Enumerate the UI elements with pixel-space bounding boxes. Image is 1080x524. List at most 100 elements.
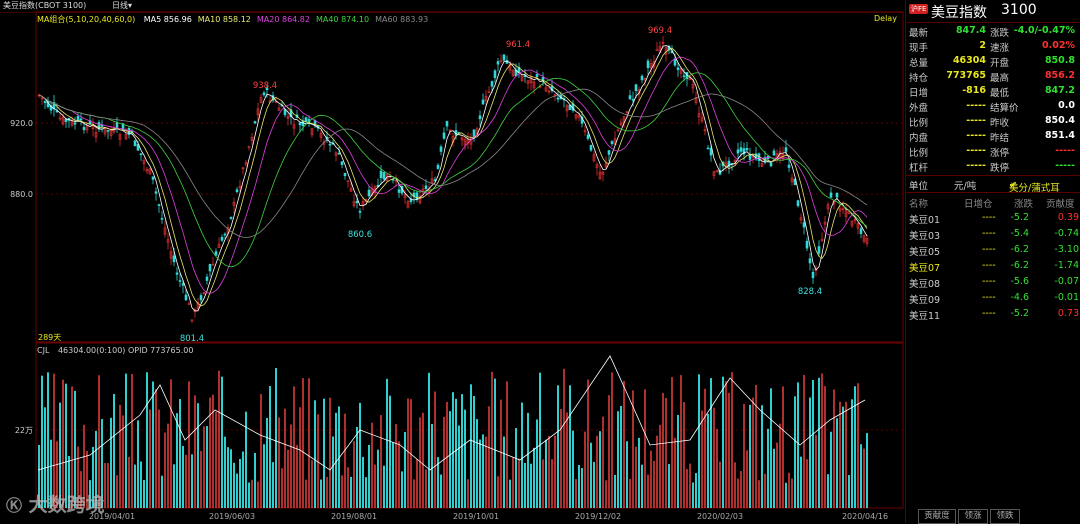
volume-bar bbox=[638, 437, 640, 508]
volume-bar bbox=[356, 426, 358, 508]
volume-bar bbox=[524, 462, 526, 508]
volume-bar bbox=[650, 450, 652, 508]
kline-chart[interactable]: 920.0880.022万289天2019/04/01 2019/06/03 201… bbox=[0, 0, 904, 523]
volume-bar bbox=[272, 462, 274, 508]
tab-contribution[interactable]: 贡献度 bbox=[918, 509, 956, 524]
volume-bar bbox=[416, 458, 418, 508]
volume-bar bbox=[197, 403, 199, 508]
volume-bar bbox=[380, 415, 382, 508]
contract-row[interactable]: 美豆03 ---- -5.4 -0.74 bbox=[906, 226, 1080, 242]
volume-bar bbox=[698, 374, 700, 508]
contract-row[interactable]: 美豆05 ---- -6.2 -3.10 bbox=[906, 242, 1080, 258]
volume-bar bbox=[401, 471, 403, 508]
volume-bar bbox=[188, 381, 190, 508]
volume-bar bbox=[644, 389, 646, 508]
volume-bar bbox=[200, 450, 202, 508]
volume-bar bbox=[329, 397, 331, 508]
volume-bar bbox=[41, 375, 43, 508]
volume-bar bbox=[158, 409, 160, 508]
volume-bar bbox=[395, 424, 397, 508]
candle-body bbox=[184, 294, 188, 301]
candle-body bbox=[769, 162, 773, 167]
candle-body bbox=[205, 276, 209, 281]
volume-bar bbox=[515, 428, 517, 508]
contract-row[interactable]: 美豆07 ---- -6.2 -1.74 bbox=[906, 258, 1080, 274]
volume-bar bbox=[107, 463, 109, 508]
candle-body bbox=[223, 233, 227, 236]
volume-bar bbox=[440, 474, 442, 508]
price-annotation: 961.4 bbox=[506, 40, 530, 50]
candle-body bbox=[535, 74, 539, 77]
date-axis-label: 2020/02/03 bbox=[697, 512, 743, 521]
candle-body bbox=[640, 75, 644, 81]
contract-row[interactable]: 美豆11 ---- -5.2 0.73 bbox=[906, 306, 1080, 322]
volume-bar bbox=[425, 469, 427, 508]
contract-row[interactable]: 美豆08 ---- -5.6 -0.07 bbox=[906, 274, 1080, 290]
quote-row: 总量 46304 开盘 850.8 bbox=[906, 53, 1080, 69]
candle-body bbox=[676, 67, 680, 70]
bottom-tabs: 贡献度 领涨 领跌 bbox=[906, 509, 1080, 524]
candle-body bbox=[784, 147, 788, 152]
contract-chg: -5.2 bbox=[1010, 308, 1029, 319]
volume-bar bbox=[47, 372, 49, 508]
col-inc: 日增仓 bbox=[964, 199, 993, 210]
candle-body bbox=[631, 98, 635, 101]
quote-value: 46304 bbox=[952, 55, 986, 66]
quote-label: 结算价 bbox=[990, 103, 1019, 114]
volume-bar bbox=[506, 381, 508, 508]
volume-bar bbox=[719, 461, 721, 508]
volume-bar bbox=[278, 417, 280, 508]
quote-label: 最新 bbox=[909, 28, 929, 39]
quote-label: 跌停 bbox=[990, 163, 1010, 174]
volume-bar bbox=[125, 373, 127, 508]
volume-bar bbox=[350, 476, 352, 508]
volume-bar bbox=[185, 454, 187, 508]
volume-bar bbox=[860, 444, 862, 508]
volume-bar bbox=[290, 424, 292, 508]
price-axis-label: 920.0 bbox=[10, 119, 33, 128]
tab-leading-up[interactable]: 领涨 bbox=[958, 509, 988, 524]
volume-bar bbox=[773, 448, 775, 508]
volume-bar bbox=[260, 394, 262, 508]
watermark-logo: Ⓚ 大数跨境 bbox=[6, 490, 105, 517]
volume-bar bbox=[839, 401, 841, 508]
volume-bar bbox=[485, 436, 487, 508]
volume-bar bbox=[146, 372, 148, 508]
col-chg: 涨跌 bbox=[1014, 199, 1034, 210]
tab-leading-down[interactable]: 领跌 bbox=[990, 509, 1020, 524]
unit-yuan-option[interactable]: 元/吨 bbox=[954, 178, 976, 192]
volume-bar bbox=[848, 475, 850, 508]
contract-row[interactable]: 美豆09 ---- -4.6 -0.01 bbox=[906, 290, 1080, 306]
volume-bar bbox=[182, 446, 184, 508]
volume-bar bbox=[299, 407, 301, 508]
volume-bar bbox=[818, 377, 820, 508]
volume-bar bbox=[173, 464, 175, 508]
ma-legend-item: MA60 883.93 bbox=[375, 15, 429, 24]
volume-bar bbox=[344, 413, 346, 508]
volume-bar bbox=[464, 409, 466, 508]
volume-bar bbox=[266, 417, 268, 508]
quote-value: -816 bbox=[962, 85, 986, 96]
date-axis-label: 2019/12/02 bbox=[575, 512, 621, 521]
candle-body bbox=[481, 99, 485, 105]
price-axis-label: 880.0 bbox=[10, 190, 33, 199]
candle-body bbox=[439, 146, 443, 152]
price-annotation: 969.4 bbox=[648, 26, 672, 36]
volume-bar bbox=[716, 428, 718, 508]
volume-bar bbox=[599, 431, 601, 508]
volume-bar bbox=[467, 479, 469, 508]
quote-row: 最新 847.4 涨跌 -4.0/-0.47% bbox=[906, 23, 1080, 39]
volume-bar bbox=[806, 459, 808, 508]
candle-body bbox=[73, 122, 77, 125]
volume-bar bbox=[128, 456, 130, 508]
contract-row[interactable]: 美豆01 ---- -5.2 0.39 bbox=[906, 210, 1080, 226]
volume-bar bbox=[164, 432, 166, 508]
candle-body bbox=[106, 130, 110, 132]
contract-inc: ---- bbox=[982, 292, 996, 303]
candle-body bbox=[541, 77, 545, 81]
candle-body bbox=[367, 189, 371, 197]
volume-bar bbox=[176, 413, 178, 508]
candle-body bbox=[811, 272, 815, 279]
volume-bar bbox=[743, 403, 745, 508]
quote-value: 851.4 bbox=[1044, 130, 1075, 141]
